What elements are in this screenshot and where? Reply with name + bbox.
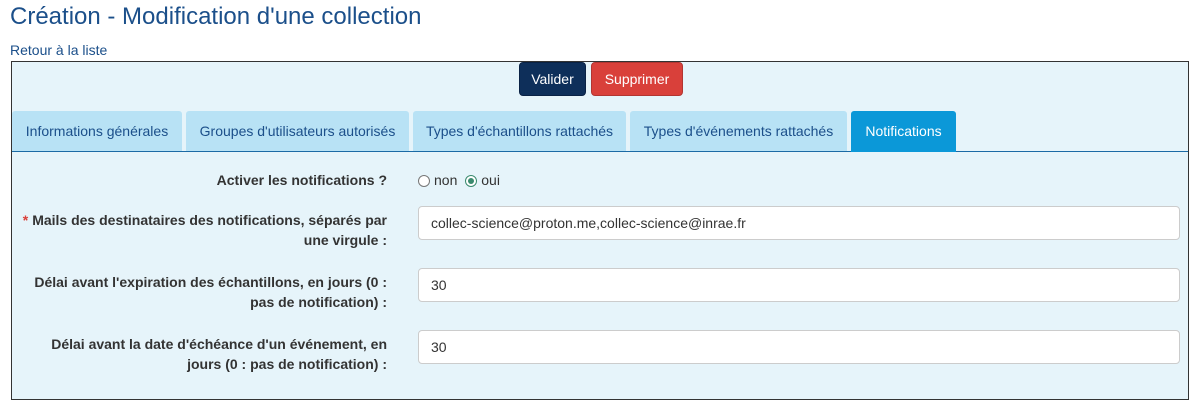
delete-button[interactable]: Supprimer	[591, 62, 683, 96]
activate-notifications-radios: non oui	[418, 171, 504, 189]
event-delay-input[interactable]	[418, 330, 1180, 364]
tab-sample-types[interactable]: Types d'échantillons rattachés	[413, 111, 626, 151]
event-delay-label: Délai avant la date d'échéance d'un évén…	[51, 334, 387, 374]
event-delay-label-line1: Délai avant la date d'échéance d'un évén…	[51, 336, 387, 352]
required-mark: *	[22, 212, 29, 228]
expiry-delay-label-line1: Délai avant l'expiration des échantillon…	[34, 274, 387, 290]
radio-yes-label: oui	[481, 172, 500, 188]
activate-notifications-label: Activer les notifications ?	[216, 172, 387, 188]
mails-label-line1: Mails des destinataires des notification…	[32, 212, 387, 228]
event-delay-label-line2: jours (0 : pas de notification) :	[187, 356, 387, 372]
mails-label: * Mails des destinataires des notificatio…	[23, 210, 387, 250]
mails-label-line2: une virgule :	[303, 232, 387, 248]
radio-yes[interactable]	[465, 175, 478, 187]
tab-notifications[interactable]: Notifications	[851, 111, 956, 152]
tab-general-info[interactable]: Informations générales	[12, 111, 182, 151]
collection-form-panel: Valider Supprimer Informations générales…	[11, 61, 1189, 400]
mails-input[interactable]	[418, 206, 1180, 240]
radio-no-label: non	[434, 172, 458, 188]
expiry-delay-label-line2: pas de notification) :	[250, 294, 387, 310]
tab-authorized-groups[interactable]: Groupes d'utilisateurs autorisés	[186, 111, 409, 151]
validate-button[interactable]: Valider	[519, 62, 586, 96]
back-to-list-link[interactable]: Retour à la liste	[10, 42, 107, 58]
radio-no[interactable]	[418, 175, 430, 187]
expiry-delay-label: Délai avant l'expiration des échantillon…	[34, 272, 387, 312]
page-title: Création - Modification d'une collection	[10, 3, 422, 30]
tab-bar: Informations générales Groupes d'utilisa…	[12, 111, 1188, 152]
expiry-delay-input[interactable]	[418, 268, 1180, 302]
tab-event-types[interactable]: Types d'événements rattachés	[630, 111, 847, 151]
